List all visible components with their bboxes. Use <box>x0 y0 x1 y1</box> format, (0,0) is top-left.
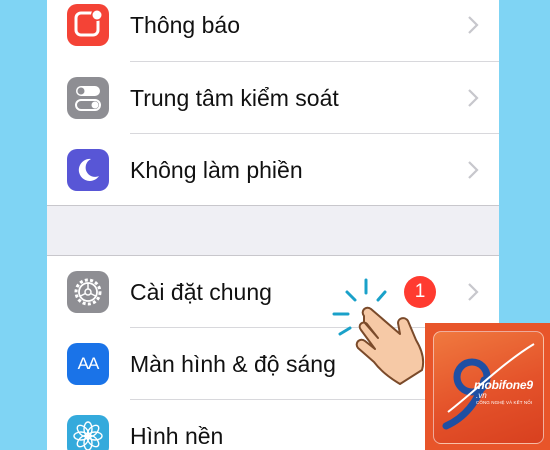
settings-item-label: Không làm phiền <box>130 157 303 183</box>
control-center-icon <box>67 77 109 119</box>
chevron-right-icon <box>468 89 479 107</box>
settings-item-label: Trung tâm kiểm soát <box>130 85 339 111</box>
mobifone9-logo: mobifone9 .vn CÔNG NGHỆ VÀ KẾT NỐI <box>425 323 550 450</box>
settings-item-label: Hình nền <box>130 423 224 449</box>
settings-group-1: Thông báo Trung tâm kiểm soát Không làm … <box>47 0 499 206</box>
settings-item-control-center[interactable]: Trung tâm kiểm soát <box>47 62 499 134</box>
settings-item-label: Màn hình & độ sáng <box>130 351 336 377</box>
logo-frame: mobifone9 .vn CÔNG NGHỆ VÀ KẾT NỐI <box>433 331 544 444</box>
wallpaper-flower-icon <box>67 415 109 450</box>
settings-item-notifications[interactable]: Thông báo <box>47 0 499 61</box>
notifications-icon <box>67 4 109 46</box>
chevron-right-icon <box>468 16 479 34</box>
moon-icon <box>67 149 109 191</box>
logo-domain-text: .vn <box>476 391 487 400</box>
logo-brand-text: mobifone9 <box>474 378 533 392</box>
chevron-right-icon <box>468 283 479 301</box>
settings-item-label: Thông báo <box>130 12 240 38</box>
settings-item-label: Cài đặt chung <box>130 279 272 305</box>
gear-icon <box>67 271 109 313</box>
chevron-right-icon <box>468 161 479 179</box>
settings-item-do-not-disturb[interactable]: Không làm phiền <box>47 134 499 206</box>
display-brightness-icon-text: AA <box>77 354 100 373</box>
display-brightness-icon: AA <box>67 343 109 385</box>
logo-tagline: CÔNG NGHỆ VÀ KẾT NỐI <box>476 400 533 405</box>
